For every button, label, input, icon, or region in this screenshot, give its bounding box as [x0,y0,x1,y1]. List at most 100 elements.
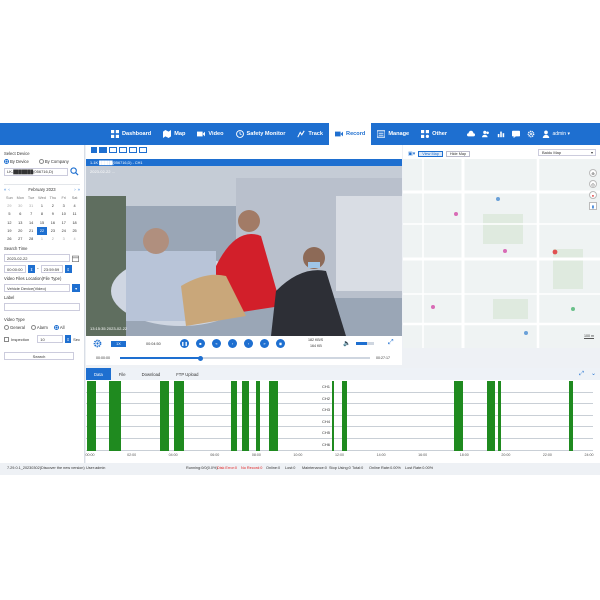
recording-segment[interactable] [268,381,279,393]
calendar-day[interactable]: 4 [69,202,80,210]
recording-segment[interactable] [454,439,464,451]
recording-segment[interactable] [87,415,97,428]
file-location-select[interactable]: Vehicle Device(Video) [4,284,71,293]
recording-segment[interactable] [255,439,260,451]
recording-segment[interactable] [87,392,97,405]
calendar-day[interactable]: 5 [4,210,15,218]
layout-8-icon[interactable] [119,147,127,153]
recording-segment[interactable] [241,381,250,393]
recording-segment[interactable] [332,439,334,451]
layout-6-icon[interactable] [109,147,117,153]
device-field[interactable]: LK-███████(056716,D) [4,167,68,176]
calendar-day[interactable]: 9 [47,210,58,218]
recording-segment[interactable] [255,404,260,416]
recording-segment[interactable] [332,415,334,428]
calendar-day[interactable]: 3 [58,202,69,210]
recording-segment[interactable] [342,427,347,439]
recording-segment[interactable] [498,404,501,416]
calendar-day[interactable]: 1 [37,202,48,210]
calendar-day[interactable]: 21 [26,227,37,235]
layout-16-icon[interactable] [139,147,147,153]
recording-segment[interactable] [332,427,334,439]
end-time-spin-icon[interactable]: ⇕ [64,265,72,274]
calendar-day[interactable]: 11 [69,210,80,218]
gear-icon[interactable] [527,130,535,138]
recording-segment[interactable] [487,381,495,393]
calendar-day[interactable]: 1 [37,235,48,243]
type-all-radio[interactable]: All [53,325,65,331]
recording-segment[interactable] [109,392,122,405]
type-general-radio[interactable]: General [4,325,25,331]
recording-segment[interactable] [454,381,464,393]
channel-row[interactable]: CH4 [86,415,593,428]
pause-icon[interactable]: ❚❚ [180,339,189,348]
calendar-icon[interactable] [72,255,79,262]
chevron-down-icon[interactable]: ▾ [72,284,80,293]
nav-manage[interactable]: Manage [371,123,415,145]
user-menu[interactable]: admin ▾ [542,130,570,138]
message-icon[interactable] [512,130,521,138]
calendar-day[interactable]: 3 [58,235,69,243]
recording-segment[interactable] [498,415,501,428]
snapshot-icon[interactable]: ◉ [276,339,285,348]
recording-segment[interactable] [241,439,250,451]
nav-track[interactable]: Track [291,123,329,145]
fullscreen-icon[interactable]: ⤢ [388,339,394,347]
prev-month-icon[interactable]: ‹ [8,187,9,192]
recording-segment[interactable] [87,439,97,451]
recording-segment[interactable] [268,427,279,439]
recording-segment[interactable] [268,392,279,405]
recording-segment[interactable] [498,427,501,439]
video-frame[interactable]: 2023-02-22 ... 13:15:35 2023-02-22 [86,166,402,336]
recording-segment[interactable] [230,439,237,451]
recording-segment[interactable] [109,381,122,393]
channel-row[interactable]: CH1 [86,381,593,393]
recording-segment[interactable] [87,404,97,416]
label-input[interactable] [4,303,80,312]
nav-record[interactable]: Record [329,123,372,145]
recording-segment[interactable] [454,392,464,405]
step-back-icon[interactable]: ‹ [228,339,237,348]
tab-ftp-upload[interactable]: FTP Upload [168,368,206,380]
stop-icon[interactable]: ■ [196,339,205,348]
recording-segment[interactable] [230,381,237,393]
channel-row[interactable]: CH5 [86,427,593,439]
inspection-spin-icon[interactable]: ⇕ [65,335,72,344]
next-year-icon[interactable]: » [78,187,80,192]
settings-gear-icon[interactable] [93,339,102,348]
recording-segment[interactable] [173,439,184,451]
recording-segment[interactable] [255,415,260,428]
channel-row[interactable]: CH3 [86,404,593,416]
recording-segment[interactable] [241,404,250,416]
recording-segment[interactable] [569,415,573,428]
channel-row[interactable]: CH6 [86,439,593,451]
date-field[interactable]: 2023-02-22 [4,254,70,263]
recording-segment[interactable] [159,404,169,416]
recording-segment[interactable] [159,415,169,428]
recording-segment[interactable] [332,392,334,405]
recording-segment[interactable] [498,392,501,405]
fast-forward-icon[interactable]: » [260,339,269,348]
start-time-field[interactable]: 00:00:00 [4,265,26,274]
map-view[interactable]: ⊕ ◎ ● ▮ 100 m [403,159,600,348]
chart-icon[interactable] [497,130,505,138]
recording-segment[interactable] [173,415,184,428]
recording-segment[interactable] [173,427,184,439]
recording-segment[interactable] [230,427,237,439]
by-device-radio[interactable]: By Device [4,159,29,164]
rewind-icon[interactable]: « [212,339,221,348]
recording-segment[interactable] [268,404,279,416]
recording-segment[interactable] [487,392,495,405]
inspection-checkbox[interactable] [4,336,9,342]
recording-segment[interactable] [332,381,334,393]
calendar-day[interactable]: 26 [4,235,15,243]
recording-segment[interactable] [87,381,97,393]
recording-segment[interactable] [230,415,237,428]
recording-segment[interactable] [268,439,279,451]
calendar-day[interactable]: 23 [47,227,58,235]
recording-segment[interactable] [159,392,169,405]
view-map-button[interactable]: View Map [418,150,443,157]
tab-file[interactable]: File [111,368,134,380]
end-time-field[interactable]: 23:59:59 [40,265,63,274]
volume-icon[interactable]: 🔈 [343,340,350,347]
